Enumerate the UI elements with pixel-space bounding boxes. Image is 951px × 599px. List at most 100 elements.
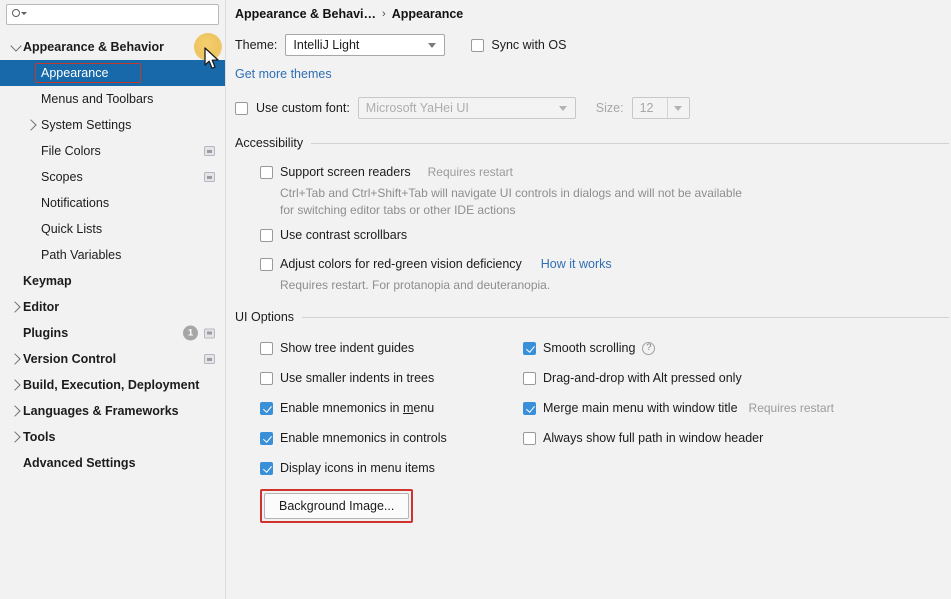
accessibility-section-title: Accessibility [235,136,304,150]
chevron-right-icon[interactable] [9,353,23,365]
sidebar-item-quick-lists[interactable]: Quick Lists [0,216,225,242]
option-label: Enable mnemonics in menu [280,401,435,415]
chevron-down-icon [674,105,683,111]
copy-icon[interactable] [204,146,215,156]
use-contrast-scrollbars-checkbox[interactable] [260,228,273,242]
sidebar-item-editor[interactable]: Editor [0,294,225,320]
merge-main-menu-with-window-title-checkbox[interactable] [523,401,536,415]
ui-options-left-column: Show tree indent guides Use smaller inden… [260,333,523,483]
font-size-dropdown-button[interactable] [666,98,689,118]
sync-with-os-label: Sync with OS [491,38,567,52]
copy-icon[interactable] [204,328,215,338]
search-input[interactable] [28,8,208,21]
sidebar-item-label: Quick Lists [41,222,103,236]
sidebar-item-menus-and-toolbars[interactable]: Menus and Toolbars [0,86,225,112]
sidebar-item-languages-frameworks[interactable]: Languages & Frameworks [0,398,225,424]
sidebar-item-trailing [204,172,215,182]
settings-content: Appearance & Behavi… › Appearance Theme:… [226,0,951,599]
sidebar-item-path-variables[interactable]: Path Variables [0,242,225,268]
ui-options-section-title: UI Options [235,310,295,324]
sidebar-item-label: Tools [23,430,56,444]
chevron-right-icon[interactable] [9,405,23,417]
enable-mnemonics-in-menu-row[interactable]: Enable mnemonics in menu [260,393,523,423]
get-more-themes-link[interactable]: Get more themes [235,67,332,81]
font-size-stepper[interactable]: 12 [631,97,690,119]
breadcrumb-current: Appearance [391,7,464,21]
breadcrumb-parent[interactable]: Appearance & Behavi… [235,7,376,21]
chevron-down-icon [558,106,567,111]
sidebar-item-notifications[interactable]: Notifications [0,190,225,216]
use-smaller-indents-in-trees-row[interactable]: Use smaller indents in trees [260,363,523,393]
enable-mnemonics-in-controls-row[interactable]: Enable mnemonics in controls [260,423,523,453]
custom-font-select[interactable]: Microsoft YaHei UI [357,97,576,119]
drag-and-drop-with-alt-pressed-only-checkbox[interactable] [523,371,536,385]
smooth-scrolling-checkbox[interactable] [523,341,536,355]
copy-icon[interactable] [204,354,215,364]
show-tree-indent-guides-row[interactable]: Show tree indent guides [260,333,523,363]
smooth-scrolling-row[interactable]: Smooth scrolling? [523,333,949,363]
display-icons-in-menu-items-row[interactable]: Display icons in menu items [260,453,523,483]
font-size-value: 12 [639,101,654,115]
option-label: Use smaller indents in trees [280,371,435,385]
sidebar-item-label: File Colors [41,144,101,158]
support-screen-readers-checkbox[interactable] [260,165,273,179]
sidebar-item-scopes[interactable]: Scopes [0,164,225,190]
sidebar-search-wrap [0,0,225,25]
search-icon [12,8,27,22]
sidebar-item-appearance[interactable]: Appearance [0,60,225,86]
option-label: Show tree indent guides [280,341,415,355]
settings-tree: Appearance & Behavior Appearance Menus and… [0,34,225,476]
sidebar-item-label: Build, Execution, Deployment [23,378,200,392]
chevron-right-icon[interactable] [9,431,23,443]
show-tree-indent-guides-checkbox[interactable] [260,341,273,355]
support-screen-readers-row[interactable]: Support screen readers Requires restart [260,159,949,185]
sidebar-item-system-settings[interactable]: System Settings [0,112,225,138]
sidebar-item-label: Notifications [41,196,110,210]
sidebar-item-appearance-behavior[interactable]: Appearance & Behavior [0,34,225,60]
adjust-colors-label: Adjust colors for red-green vision defic… [280,257,522,271]
display-icons-in-menu-items-checkbox[interactable] [260,461,273,475]
sidebar-item-label: Menus and Toolbars [41,92,154,106]
sidebar-item-file-colors[interactable]: File Colors [0,138,225,164]
sync-with-os-row[interactable]: Sync with OS [471,38,566,52]
use-smaller-indents-in-trees-checkbox[interactable] [260,371,273,385]
sidebar-item-label: Languages & Frameworks [23,404,179,418]
how-it-works-link[interactable]: How it works [541,257,612,271]
chevron-right-icon[interactable] [23,119,41,131]
ui-options-section: UI Options Show tree indent guides Use sm… [235,310,949,523]
use-custom-font-checkbox[interactable] [235,101,248,115]
sidebar-item-keymap[interactable]: Keymap [0,268,225,294]
drag-and-drop-with-alt-pressed-only-row[interactable]: Drag-and-drop with Alt pressed only [523,363,949,393]
sidebar-item-label: System Settings [41,118,132,132]
sidebar-item-build-execution-deployment[interactable]: Build, Execution, Deployment [0,372,225,398]
sidebar-item-trailing: 1 [183,325,215,341]
sidebar-item-plugins[interactable]: Plugins 1 [0,320,225,346]
option-label: Always show full path in window header [543,431,764,445]
always-show-full-path-in-window-header-checkbox[interactable] [523,431,536,445]
search-box[interactable] [6,4,219,25]
merge-main-menu-with-window-title-row[interactable]: Merge main menu with window title Require… [523,393,949,423]
always-show-full-path-in-window-header-row[interactable]: Always show full path in window header [523,423,949,453]
enable-mnemonics-in-menu-checkbox[interactable] [260,401,273,415]
chevron-right-icon[interactable] [9,379,23,391]
section-divider [302,316,949,318]
adjust-colors-checkbox[interactable] [260,257,273,271]
enable-mnemonics-in-controls-checkbox[interactable] [260,431,273,445]
sidebar-item-version-control[interactable]: Version Control [0,346,225,372]
chevron-right-icon[interactable] [9,301,23,313]
sidebar-item-trailing [204,354,215,364]
use-contrast-scrollbars-row[interactable]: Use contrast scrollbars [260,219,949,251]
theme-select[interactable]: IntelliJ Light [285,34,446,56]
support-screen-readers-label: Support screen readers [280,165,411,179]
sidebar-item-tools[interactable]: Tools [0,424,225,450]
plugins-update-badge: 1 [183,325,198,341]
sync-with-os-checkbox[interactable] [471,38,485,52]
chevron-down-icon[interactable] [9,39,23,52]
sidebar-item-advanced-settings[interactable]: Advanced Settings [0,450,225,476]
adjust-colors-row[interactable]: Adjust colors for red-green vision defic… [260,251,949,277]
copy-icon[interactable] [204,172,215,182]
sidebar-item-trailing [204,146,215,156]
settings-dialog: Appearance & Behavior Appearance Menus and… [0,0,951,599]
background-image-button[interactable]: Background Image... [264,493,410,519]
help-icon[interactable]: ? [642,341,656,355]
